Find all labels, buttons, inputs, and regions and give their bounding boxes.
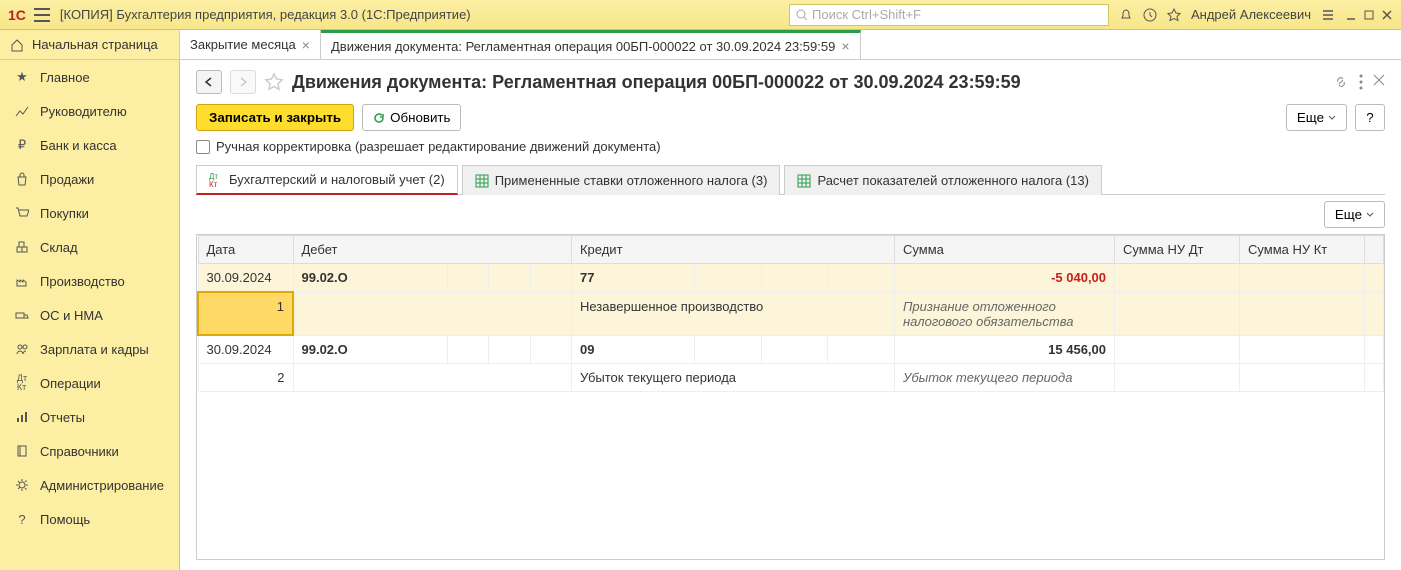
- chart-icon: [14, 103, 30, 119]
- col-date[interactable]: Дата: [198, 236, 293, 264]
- bars-icon: [14, 409, 30, 425]
- subtab-accounting[interactable]: ДтКт Бухгалтерский и налоговый учет (2): [196, 165, 458, 195]
- sidebar-item-main[interactable]: ★Главное: [0, 60, 179, 94]
- manual-edit-checkbox[interactable]: [196, 140, 210, 154]
- bag-icon: [14, 171, 30, 187]
- table-row[interactable]: 30.09.2024 99.02.О 77 -5 040,00: [198, 264, 1384, 293]
- sidebar-item-purchases[interactable]: Покупки: [0, 196, 179, 230]
- chevron-down-icon: [1366, 212, 1374, 218]
- dtkt-icon: ДтКт: [209, 173, 223, 187]
- col-sum-nu-dt[interactable]: Сумма НУ Дт: [1115, 236, 1240, 264]
- grid-more-button[interactable]: Еще: [1324, 201, 1385, 228]
- col-sum[interactable]: Сумма: [895, 236, 1115, 264]
- refresh-icon: [373, 112, 385, 124]
- maximize-icon[interactable]: [1363, 9, 1375, 21]
- star-icon: ★: [14, 69, 30, 85]
- settings-icon[interactable]: [1321, 8, 1335, 22]
- star-icon[interactable]: [1167, 8, 1181, 22]
- sub-tabs: ДтКт Бухгалтерский и налоговый учет (2) …: [196, 164, 1385, 195]
- sidebar-item-bank[interactable]: ₽Банк и касса: [0, 128, 179, 162]
- subtab-rates[interactable]: Примененные ставки отложенного налога (3…: [462, 165, 781, 195]
- book-icon: [14, 443, 30, 459]
- col-sum-nu-kt[interactable]: Сумма НУ Кт: [1240, 236, 1365, 264]
- dtkt-icon: ДтКт: [14, 375, 30, 391]
- people-icon: [14, 341, 30, 357]
- search-input[interactable]: Поиск Ctrl+Shift+F: [789, 4, 1109, 26]
- table-row[interactable]: 30.09.2024 99.02.О 09 15 456,00: [198, 335, 1384, 364]
- tab-close-icon[interactable]: ×: [841, 38, 849, 54]
- sidebar-item-production[interactable]: Производство: [0, 264, 179, 298]
- subtab-calc[interactable]: Расчет показателей отложенного налога (1…: [784, 165, 1102, 195]
- nav-back-button[interactable]: [196, 70, 222, 94]
- factory-icon: [14, 273, 30, 289]
- sidebar-item-sales[interactable]: Продажи: [0, 162, 179, 196]
- sidebar-item-admin[interactable]: Администрирование: [0, 468, 179, 502]
- bell-icon[interactable]: [1119, 8, 1133, 22]
- sidebar-item-assets[interactable]: ОС и НМА: [0, 298, 179, 332]
- truck-icon: [14, 307, 30, 323]
- user-name[interactable]: Андрей Алексеевич: [1191, 7, 1311, 22]
- table-row[interactable]: 1 Незавершенное производство Признание о…: [198, 292, 1384, 335]
- col-debit[interactable]: Дебет: [293, 236, 571, 264]
- manual-edit-label: Ручная корректировка (разрешает редактир…: [216, 139, 661, 154]
- app-title: [КОПИЯ] Бухгалтерия предприятия, редакци…: [60, 7, 471, 22]
- tabbar: Начальная страница Закрытие месяца × Дви…: [0, 30, 1401, 60]
- sidebar: ★Главное Руководителю ₽Банк и касса Прод…: [0, 60, 180, 570]
- refresh-button[interactable]: Обновить: [362, 104, 461, 131]
- sidebar-item-catalogs[interactable]: Справочники: [0, 434, 179, 468]
- app-logo: 1C: [8, 7, 26, 23]
- ruble-icon: ₽: [14, 137, 30, 153]
- question-icon: ?: [14, 511, 30, 527]
- sidebar-item-manager[interactable]: Руководителю: [0, 94, 179, 128]
- menu-icon[interactable]: [34, 8, 50, 22]
- table-icon: [475, 174, 489, 188]
- gear-icon: [14, 477, 30, 493]
- sidebar-item-payroll[interactable]: Зарплата и кадры: [0, 332, 179, 366]
- sidebar-item-warehouse[interactable]: Склад: [0, 230, 179, 264]
- nav-forward-button[interactable]: [230, 70, 256, 94]
- more-button[interactable]: Еще: [1286, 104, 1347, 131]
- cart-icon: [14, 205, 30, 221]
- kebab-icon[interactable]: [1359, 74, 1363, 90]
- close-icon[interactable]: [1381, 9, 1393, 21]
- minimize-icon[interactable]: [1345, 9, 1357, 21]
- table-icon: [797, 174, 811, 188]
- close-panel-icon[interactable]: [1373, 74, 1385, 90]
- sidebar-item-help[interactable]: ?Помощь: [0, 502, 179, 536]
- favorite-star-icon[interactable]: [264, 72, 284, 92]
- grid-header-row: Дата Дебет Кредит Сумма Сумма НУ Дт Сумм…: [198, 236, 1384, 264]
- save-close-button[interactable]: Записать и закрыть: [196, 104, 354, 131]
- sidebar-item-reports[interactable]: Отчеты: [0, 400, 179, 434]
- tab-document-movements[interactable]: Движения документа: Регламентная операци…: [321, 30, 861, 59]
- boxes-icon: [14, 239, 30, 255]
- content: Движения документа: Регламентная операци…: [180, 60, 1401, 570]
- help-button[interactable]: ?: [1355, 104, 1385, 131]
- search-icon: [796, 9, 808, 21]
- tab-close-icon[interactable]: ×: [302, 37, 310, 53]
- table-row[interactable]: 2 Убыток текущего периода Убыток текущег…: [198, 364, 1384, 392]
- col-credit[interactable]: Кредит: [571, 236, 894, 264]
- history-icon[interactable]: [1143, 8, 1157, 22]
- tab-home[interactable]: Начальная страница: [0, 30, 180, 59]
- titlebar: 1C [КОПИЯ] Бухгалтерия предприятия, реда…: [0, 0, 1401, 30]
- accounting-grid[interactable]: Дата Дебет Кредит Сумма Сумма НУ Дт Сумм…: [196, 234, 1385, 560]
- home-icon: [10, 38, 24, 52]
- chevron-down-icon: [1328, 115, 1336, 121]
- link-icon[interactable]: [1333, 74, 1349, 90]
- sidebar-item-operations[interactable]: ДтКтОперации: [0, 366, 179, 400]
- tab-close-month[interactable]: Закрытие месяца ×: [180, 30, 321, 59]
- page-title: Движения документа: Регламентная операци…: [292, 72, 1325, 93]
